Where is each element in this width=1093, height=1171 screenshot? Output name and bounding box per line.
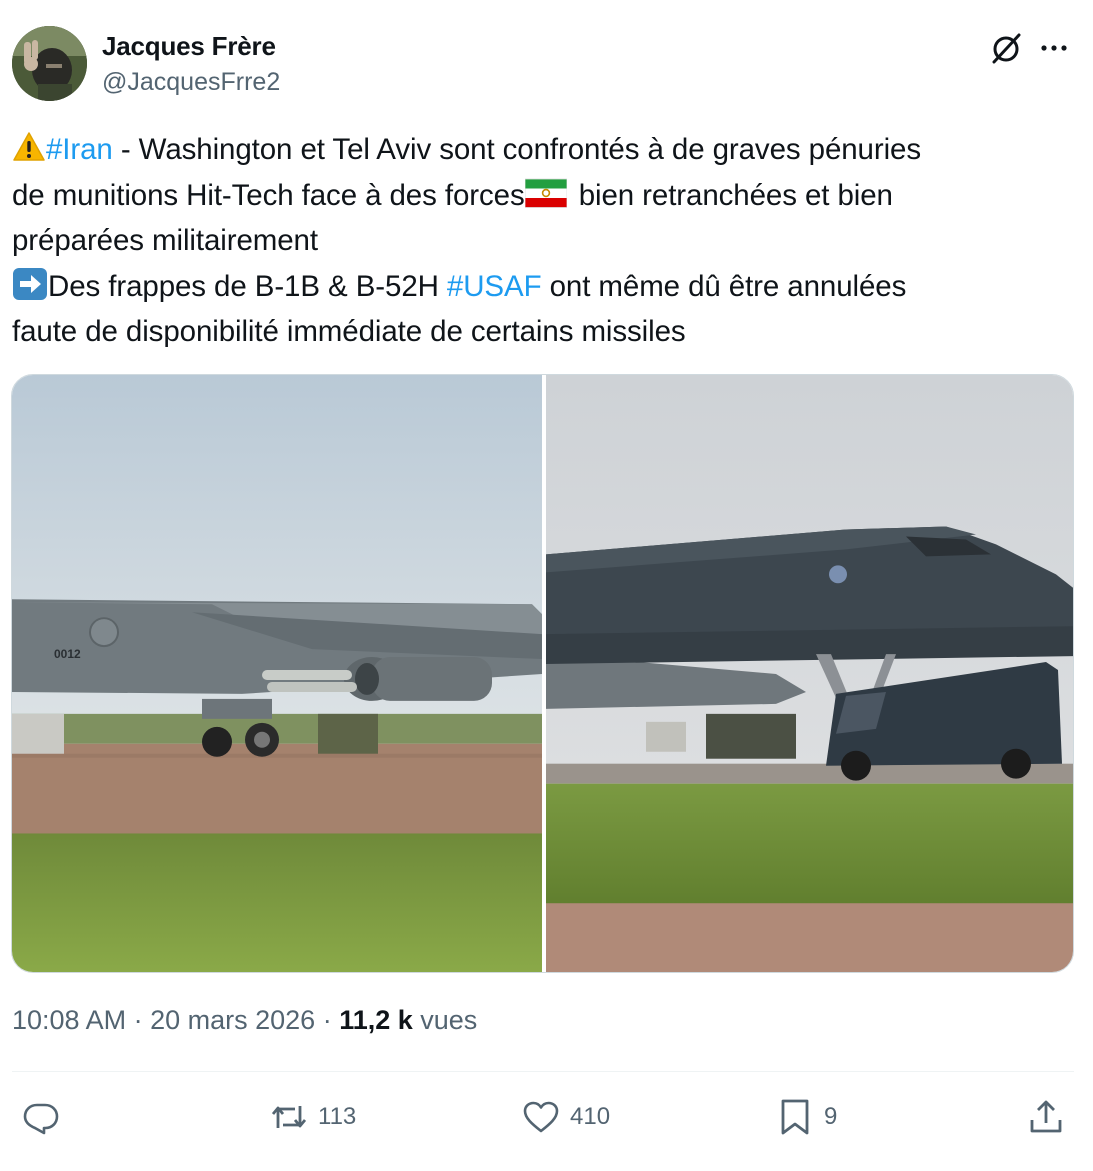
tweet-line: préparées militairement <box>12 218 1072 264</box>
iran-flag-emoji <box>524 177 568 209</box>
retweet-icon <box>270 1098 308 1136</box>
author-handle[interactable]: @JacquesFrre2 <box>102 68 280 97</box>
divider <box>12 1071 1074 1072</box>
tweet-line: Des frappes de B-1B & B-52H #USAF ont mê… <box>12 264 1072 310</box>
tweet-meta: 10:08 AM · 20 mars 2026 · 11,2 k vues <box>12 1005 477 1036</box>
tweet-date[interactable]: 20 mars 2026 <box>150 1005 315 1035</box>
action-bar: 113 410 9 <box>12 1090 1074 1144</box>
tweet-text-segment: préparées militairement <box>12 224 318 257</box>
tweet-text-segment: Des frappes de B-1B & B-52H <box>48 269 447 303</box>
photo-b52[interactable]: 0012 <box>12 375 542 972</box>
tweet-text-segment: de munitions Hit-Tech face à des forces <box>12 178 525 212</box>
reply-button[interactable] <box>22 1090 70 1144</box>
author-name[interactable]: Jacques Frère <box>102 31 276 62</box>
right-arrow-emoji <box>12 267 48 301</box>
tweet-time[interactable]: 10:08 AM <box>12 1005 126 1035</box>
photo-b1b[interactable] <box>546 375 1073 972</box>
like-button[interactable]: 410 <box>522 1090 610 1144</box>
grok-icon[interactable] <box>988 30 1024 66</box>
tweet-text-segment: - Washington et Tel Aviv sont confrontés… <box>112 133 921 166</box>
bookmark-button[interactable]: 9 <box>776 1090 837 1144</box>
tweet-line: #Iran - Washington et Tel Aviv sont conf… <box>12 127 1072 173</box>
tweet-text: #Iran - Washington et Tel Aviv sont conf… <box>12 127 1072 355</box>
more-icon[interactable] <box>1036 30 1072 66</box>
avatar-image <box>12 26 87 101</box>
retweet-count: 113 <box>318 1103 357 1130</box>
share-icon <box>1027 1098 1065 1136</box>
like-icon <box>522 1098 560 1136</box>
share-button[interactable] <box>1027 1090 1065 1144</box>
tweet-text-segment: bien retranchées et bien <box>570 178 893 212</box>
hashtag-usaf[interactable]: #USAF <box>447 270 542 303</box>
reply-icon <box>22 1098 60 1136</box>
bookmark-icon <box>776 1098 814 1136</box>
views-count[interactable]: 11,2 k <box>339 1005 413 1035</box>
retweet-button[interactable]: 113 <box>270 1090 356 1144</box>
views-label: vues <box>412 1005 478 1035</box>
hashtag-iran[interactable]: #Iran <box>46 133 113 166</box>
tweet-header: Jacques Frère @JacquesFrre2 <box>12 26 1082 106</box>
tweet-text-segment: faute de disponibilité immédiate de cert… <box>12 315 686 348</box>
meta-separator: · <box>126 1005 151 1035</box>
tweet-line: de munitions Hit-Tech face à des forces … <box>12 173 1072 219</box>
avatar[interactable] <box>12 26 87 101</box>
media-grid: 0012 <box>11 374 1074 973</box>
tail-number: 0012 <box>54 647 81 661</box>
tweet-text-segment: ont même dû être annulées <box>541 269 907 303</box>
warning-emoji <box>12 131 46 163</box>
bookmark-count: 9 <box>824 1103 838 1130</box>
meta-separator: · <box>315 1005 340 1035</box>
like-count: 410 <box>570 1103 611 1130</box>
tweet-line: faute de disponibilité immédiate de cert… <box>12 309 1072 355</box>
